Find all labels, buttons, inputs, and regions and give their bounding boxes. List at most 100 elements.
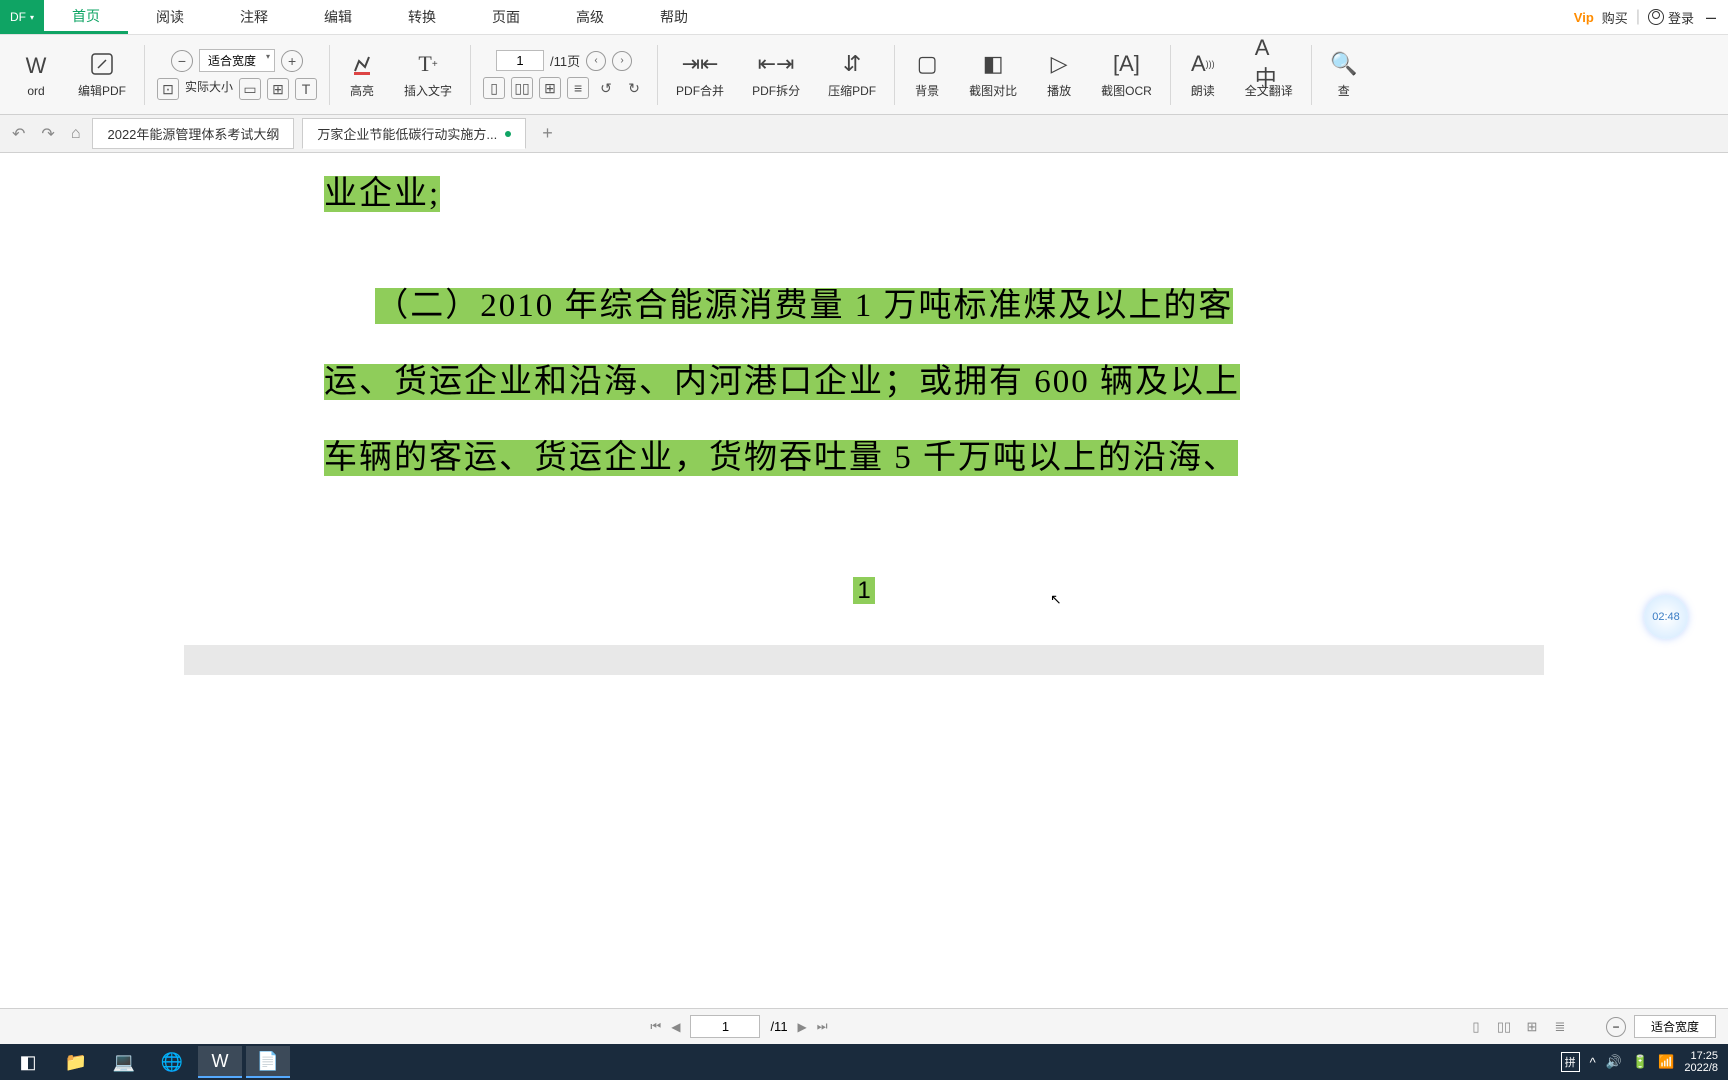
- view-facing-icon[interactable]: ▯▯: [1494, 1017, 1514, 1037]
- rotate-right-icon[interactable]: ↻: [623, 77, 645, 99]
- layout-grid-icon[interactable]: ⊞: [539, 77, 561, 99]
- separator: [1170, 45, 1171, 105]
- prev-page-button[interactable]: ◀: [671, 1020, 680, 1034]
- pdf-merge-button[interactable]: ⇥⇤PDF合并: [676, 50, 724, 99]
- battery-icon[interactable]: 🔋: [1632, 1054, 1648, 1070]
- file-explorer-icon[interactable]: 📁: [54, 1046, 98, 1078]
- menu-edit[interactable]: 编辑: [296, 0, 380, 34]
- search-button[interactable]: 🔍查: [1330, 50, 1358, 99]
- next-page-button[interactable]: ›: [612, 51, 632, 71]
- zoom-out-button[interactable]: −: [171, 50, 193, 72]
- screenshot-ocr-button[interactable]: [A]截图OCR: [1101, 50, 1152, 99]
- system-tray: 拼 ^ 🔊 🔋 📶 17:25 2022/8: [1561, 1050, 1724, 1074]
- login-button[interactable]: 登录: [1648, 8, 1694, 27]
- document-tab-1[interactable]: 2022年能源管理体系考试大纲: [92, 118, 294, 149]
- insert-text-button[interactable]: T+ 插入文字: [404, 50, 452, 99]
- read-aloud-button[interactable]: A)))朗读: [1189, 50, 1217, 99]
- wps-icon[interactable]: W: [198, 1046, 242, 1078]
- layout-double-icon[interactable]: ▯▯: [511, 77, 533, 99]
- pdf-app-icon[interactable]: 📄: [246, 1046, 290, 1078]
- fit-page-icon[interactable]: ⊡: [157, 78, 179, 100]
- split-label: PDF拆分: [752, 82, 800, 99]
- document-viewport[interactable]: 业企业; （二）2010 年综合能源消费量 1 万吨标准煤及以上的客 运、货运企…: [0, 153, 1728, 1008]
- insert-text-label: 插入文字: [404, 82, 452, 99]
- undo-button[interactable]: ↶: [8, 124, 29, 144]
- edit-pdf-button[interactable]: 编辑PDF: [78, 50, 126, 99]
- unsaved-indicator-icon: [505, 131, 511, 137]
- to-word-button[interactable]: W ord: [22, 52, 50, 98]
- home-button[interactable]: ⌂: [67, 125, 85, 143]
- add-tab-button[interactable]: +: [534, 123, 561, 144]
- screenshot-compare-button[interactable]: ◧截图对比: [969, 50, 1017, 99]
- view-mode-1-icon[interactable]: ▭: [239, 78, 261, 100]
- pdf-split-button[interactable]: ⇤⇥PDF拆分: [752, 50, 800, 99]
- layout-single-icon[interactable]: ▯: [483, 77, 505, 99]
- compress-icon: ⇵: [838, 50, 866, 78]
- page-break: [184, 645, 1544, 675]
- layout-continuous-icon[interactable]: ≡: [567, 77, 589, 99]
- merge-icon: ⇥⇤: [686, 50, 714, 78]
- menu-convert[interactable]: 转换: [380, 0, 464, 34]
- start-button[interactable]: ◧: [6, 1046, 50, 1078]
- status-page-total: /11: [770, 1019, 787, 1034]
- minimize-button[interactable]: –: [1702, 7, 1720, 28]
- app-logo-button[interactable]: DF: [0, 0, 44, 34]
- menu-advanced[interactable]: 高级: [548, 0, 632, 34]
- document-tab-2[interactable]: 万家企业节能低碳行动实施方...: [302, 118, 526, 149]
- insert-text-group: T+ 插入文字: [390, 35, 466, 114]
- page-number-input[interactable]: [496, 50, 544, 71]
- background-label: 背景: [915, 82, 939, 99]
- rotate-left-icon[interactable]: ↺: [595, 77, 617, 99]
- login-label: 登录: [1668, 8, 1694, 27]
- page-number: 1: [324, 577, 1404, 605]
- highlight-button[interactable]: 高亮: [348, 50, 376, 99]
- highlighted-text-line-3: 车辆的客运、货运企业，货物吞吐量 5 千万吨以上的沿海、: [324, 440, 1238, 476]
- clock[interactable]: 17:25 2022/8: [1684, 1050, 1724, 1074]
- menu-home[interactable]: 首页: [44, 0, 128, 34]
- menu-help[interactable]: 帮助: [632, 0, 716, 34]
- buy-button[interactable]: 购买: [1602, 8, 1628, 27]
- highlighted-text-line-2: 运、货运企业和沿海、内河港口企业；或拥有 600 辆及以上: [324, 364, 1240, 400]
- volume-icon[interactable]: 🔊: [1606, 1054, 1622, 1070]
- view-continuous-icon[interactable]: ≣: [1550, 1017, 1570, 1037]
- status-zoom-display[interactable]: 适合宽度: [1634, 1015, 1716, 1038]
- prev-page-button[interactable]: ‹: [586, 51, 606, 71]
- zoom-in-button[interactable]: +: [281, 50, 303, 72]
- view-single-icon[interactable]: ▯: [1466, 1017, 1486, 1037]
- word-icon: W: [22, 52, 50, 80]
- view-mode-3-icon[interactable]: T: [295, 78, 317, 100]
- menu-page[interactable]: 页面: [464, 0, 548, 34]
- translate-button[interactable]: A中全文翻译: [1245, 50, 1293, 99]
- tray-chevron-icon[interactable]: ^: [1590, 1055, 1596, 1070]
- page-nav-group: /11页 ‹ › ▯ ▯▯ ⊞ ≡ ↺ ↻: [475, 35, 653, 114]
- play-button[interactable]: ▷播放: [1045, 50, 1073, 99]
- menu-annotate[interactable]: 注释: [212, 0, 296, 34]
- view-mode-2-icon[interactable]: ⊞: [267, 78, 289, 100]
- app-icon-1[interactable]: 💻: [102, 1046, 146, 1078]
- translate-label: 全文翻译: [1245, 82, 1293, 99]
- view-book-icon[interactable]: ⊞: [1522, 1017, 1542, 1037]
- status-page-input[interactable]: [690, 1015, 760, 1038]
- last-page-button[interactable]: ⏭: [817, 1019, 828, 1034]
- status-zoom-out[interactable]: −: [1606, 1017, 1626, 1037]
- next-page-button[interactable]: ▶: [798, 1020, 807, 1034]
- speaker-icon: A))): [1189, 50, 1217, 78]
- ribbon-toolbar: W ord 编辑PDF − 适合宽度 + ⊡ 实际大小 ▭ ⊞ T 高亮: [0, 35, 1728, 115]
- editpdf-group: 编辑PDF: [64, 35, 140, 114]
- wifi-icon[interactable]: 📶: [1658, 1054, 1674, 1070]
- menu-read[interactable]: 阅读: [128, 0, 212, 34]
- background-button[interactable]: ▢背景: [913, 50, 941, 99]
- cursor-icon: ↖: [1050, 591, 1062, 608]
- zoom-select[interactable]: 适合宽度: [199, 49, 275, 72]
- first-page-button[interactable]: ⏮: [650, 1019, 661, 1034]
- actual-size-button[interactable]: 实际大小: [185, 78, 233, 100]
- titlebar-right: Vip 购买 | 登录 –: [1574, 0, 1728, 34]
- vip-icon[interactable]: Vip: [1574, 10, 1594, 25]
- ime-indicator[interactable]: 拼: [1561, 1052, 1580, 1072]
- timer-badge[interactable]: 02:48: [1644, 595, 1688, 639]
- status-bar: ⏮ ◀ /11 ▶ ⏭ ▯ ▯▯ ⊞ ≣ − 适合宽度: [0, 1008, 1728, 1044]
- separator: [329, 45, 330, 105]
- browser-icon[interactable]: 🌐: [150, 1046, 194, 1078]
- pdf-compress-button[interactable]: ⇵压缩PDF: [828, 50, 876, 99]
- redo-button[interactable]: ↷: [37, 124, 58, 144]
